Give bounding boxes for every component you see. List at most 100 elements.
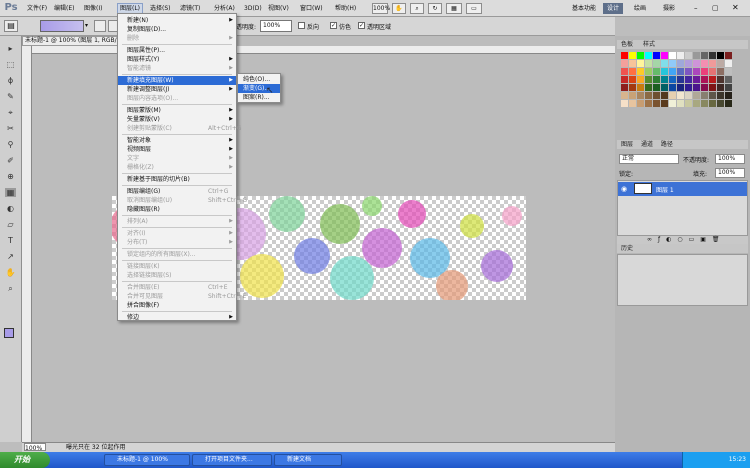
layer-name[interactable]: 图层 1 [656, 185, 674, 194]
hand-icon[interactable]: ✋ [392, 3, 406, 14]
color-swatch[interactable] [701, 76, 708, 83]
color-swatch[interactable] [645, 60, 652, 67]
menu-9[interactable]: 窗口(W) [298, 3, 325, 14]
layer-menu-item[interactable]: 栅格化(Z) ▶ [118, 163, 236, 172]
color-swatch[interactable] [677, 76, 684, 83]
layer-menu-item[interactable]: 智能对象 ▶ [118, 136, 236, 145]
taskbar-item-folder[interactable]: 打开项目文件夹... [192, 454, 272, 466]
tab-styles[interactable]: 样式 [643, 41, 655, 48]
dither-checkbox[interactable]: ✓ [330, 22, 337, 29]
menu-10[interactable]: 帮助(H) [333, 3, 358, 14]
color-swatch[interactable] [709, 76, 716, 83]
color-swatch[interactable] [669, 52, 676, 59]
color-swatch[interactable] [725, 68, 732, 75]
layer-menu-item[interactable]: 新建调整图层(J) ▶ [118, 85, 236, 94]
color-swatch[interactable] [709, 60, 716, 67]
color-swatch[interactable] [621, 92, 628, 99]
color-swatch[interactable] [677, 60, 684, 67]
layer-menu-item[interactable]: 对齐(I) ▶ [118, 229, 236, 238]
color-swatch[interactable] [621, 68, 628, 75]
blend-mode-select[interactable]: 正常 [619, 154, 679, 164]
color-swatch[interactable] [621, 60, 628, 67]
color-swatch[interactable] [645, 100, 652, 107]
tab-layers[interactable]: 图层 [621, 141, 633, 148]
color-swatch[interactable] [709, 84, 716, 91]
color-swatch[interactable] [669, 60, 676, 67]
layer-menu-item[interactable]: 矢量蒙版(V) ▶ [118, 115, 236, 124]
layer-menu-item[interactable]: 拼合图像(F) [118, 301, 236, 310]
color-swatch[interactable] [629, 60, 636, 67]
tab-swatches[interactable]: 色板 [621, 41, 633, 48]
color-swatch[interactable] [637, 68, 644, 75]
move-icon[interactable]: ▸ [5, 44, 16, 53]
layer-menu-item[interactable]: 创建剪贴蒙版(C) Alt+Ctrl+G [118, 124, 242, 133]
color-swatch[interactable] [661, 60, 668, 67]
layer-menu-item[interactable]: 锁定组内的所有图层(X)... [118, 250, 236, 259]
color-swatch[interactable] [701, 92, 708, 99]
color-swatch[interactable] [725, 100, 732, 107]
layer-menu-item[interactable]: 修边 ▶ [118, 313, 236, 322]
color-swatch[interactable] [701, 60, 708, 67]
color-swatch[interactable] [685, 92, 692, 99]
color-swatch[interactable] [717, 100, 724, 107]
color-swatch[interactable] [661, 76, 668, 83]
color-swatch[interactable] [693, 60, 700, 67]
reverse-checkbox[interactable] [298, 22, 305, 29]
color-swatch[interactable] [629, 76, 636, 83]
close-icon[interactable]: ✕ [732, 3, 746, 13]
layer-menu-item[interactable]: 排列(A) ▶ [118, 217, 236, 226]
color-swatch[interactable] [725, 52, 732, 59]
path-select-icon[interactable]: ↗ [5, 252, 16, 261]
color-swatch[interactable] [669, 92, 676, 99]
type-icon[interactable]: T [5, 236, 16, 245]
layer-menu-item[interactable]: 取消图层编组(U) Shift+Ctrl+G [118, 196, 247, 205]
taskbar-item-photoshop[interactable]: 未标题-1 @ 100% [104, 454, 190, 466]
tab-channels[interactable]: 通道 [641, 141, 653, 148]
color-swatch[interactable] [629, 68, 636, 75]
color-swatch[interactable] [685, 68, 692, 75]
color-swatch[interactable] [653, 60, 660, 67]
menu-7[interactable]: 3D(D) [242, 3, 264, 14]
color-swatch[interactable] [645, 68, 652, 75]
swatch-grid[interactable] [621, 52, 741, 132]
color-swatch[interactable] [653, 100, 660, 107]
color-swatch[interactable] [701, 52, 708, 59]
slice-icon[interactable]: ✂ [5, 124, 16, 133]
zoom-field[interactable]: 100% [24, 443, 46, 452]
color-swatch[interactable] [709, 52, 716, 59]
menu-2[interactable]: 图像(I) [82, 3, 104, 14]
color-swatch[interactable] [637, 52, 644, 59]
color-swatch[interactable] [661, 68, 668, 75]
color-swatch[interactable] [685, 100, 692, 107]
gradient-tool-preset-icon[interactable]: ▤ [4, 20, 18, 32]
color-swatch[interactable] [717, 52, 724, 59]
color-swatch[interactable] [701, 84, 708, 91]
color-swatch[interactable] [637, 92, 644, 99]
color-swatch[interactable] [653, 76, 660, 83]
layer-menu-item[interactable]: 文字 ▶ [118, 154, 236, 163]
color-swatch[interactable] [725, 60, 732, 67]
color-swatch[interactable] [645, 92, 652, 99]
color-swatch[interactable] [637, 100, 644, 107]
taskbar-item-document[interactable]: 新建文档 [274, 454, 342, 466]
color-swatch[interactable] [725, 76, 732, 83]
color-swatch[interactable] [629, 52, 636, 59]
layer-menu-item[interactable]: 图层样式(Y) ▶ [118, 55, 236, 64]
layer-menu-item[interactable]: 图层蒙版(M) ▶ [118, 106, 236, 115]
layer-menu-item[interactable]: 视频图层 ▶ [118, 145, 236, 154]
color-swatch[interactable] [661, 84, 668, 91]
lasso-icon[interactable]: ϕ [5, 76, 16, 85]
dodge-icon[interactable]: ◐ [5, 204, 16, 213]
color-swatch[interactable] [685, 84, 692, 91]
color-swatch[interactable] [677, 84, 684, 91]
menu-0[interactable]: 文件(F) [25, 3, 49, 14]
workspace-0[interactable]: 基本功能 [568, 3, 600, 14]
fill-submenu-item[interactable]: 图案(R)... [238, 93, 280, 102]
layer-menu-item[interactable]: 图层内容选项(O)... [118, 94, 236, 103]
color-swatch[interactable] [669, 100, 676, 107]
screen-mode-icon[interactable]: ▭ [466, 3, 482, 14]
color-swatch[interactable] [629, 92, 636, 99]
color-swatch[interactable] [661, 100, 668, 107]
linear-gradient-icon[interactable] [94, 20, 106, 32]
crop-icon[interactable]: ⌖ [5, 108, 16, 117]
